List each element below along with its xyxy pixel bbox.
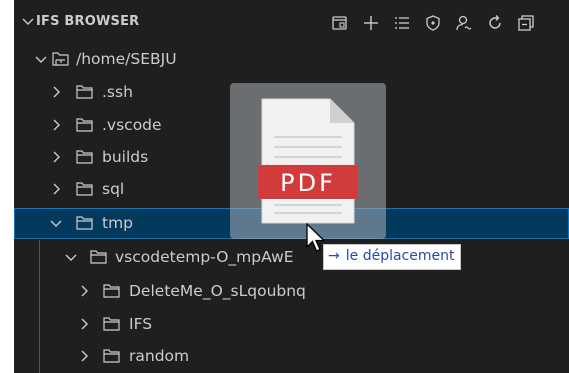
collapse-all-button[interactable]: [510, 12, 541, 34]
refresh-icon: [488, 15, 501, 29]
chevron-right-icon[interactable]: [49, 182, 63, 196]
tree-item-label: random: [129, 347, 190, 365]
chevron-down-icon[interactable]: [64, 250, 78, 264]
user-search-button[interactable]: [448, 12, 479, 34]
chevron-right-icon[interactable]: [49, 118, 63, 132]
folder-icon: [76, 182, 93, 196]
folder-icon: [76, 216, 93, 230]
chevron-down-icon[interactable]: [20, 13, 36, 29]
chevron-right-icon[interactable]: [77, 317, 91, 331]
drag-preview: PDF: [230, 83, 386, 239]
tree-root-label: /home/SEBJU: [76, 50, 177, 68]
folder-icon: [103, 284, 120, 298]
tree-item-label: sql: [102, 180, 125, 198]
folder-icon: [103, 317, 120, 331]
list-button[interactable]: [386, 12, 417, 34]
pdf-label: PDF: [280, 169, 336, 197]
toolbar-actions: [324, 12, 541, 34]
tree-item-label: .ssh: [102, 83, 133, 101]
tree-item-label: .vscode: [102, 116, 162, 134]
chevron-right-icon[interactable]: [49, 85, 63, 99]
tree-item-label: vscodetemp-O_mpAwE: [115, 248, 294, 266]
root-folder-icon: [52, 52, 69, 66]
folder-icon: [76, 150, 93, 164]
drag-tooltip: → le déplacement: [323, 244, 462, 270]
refresh-button[interactable]: [479, 12, 510, 34]
open-editor-button[interactable]: [324, 12, 355, 34]
open-editor-icon: [331, 16, 347, 30]
tree-item[interactable]: vscodetemp-O_mpAwE: [14, 242, 569, 273]
tree-item[interactable]: random: [14, 341, 569, 372]
panel-header[interactable]: IFS BROWSER: [14, 0, 569, 44]
arrow-right-icon: →: [328, 248, 340, 264]
list-icon: [394, 17, 409, 29]
tree-item-label: builds: [102, 148, 149, 166]
chevron-right-icon[interactable]: [77, 349, 91, 363]
folder-icon: [90, 250, 107, 264]
tree-item[interactable]: IFS: [14, 309, 569, 340]
add-icon: [363, 16, 378, 30]
shield-icon: [425, 15, 440, 31]
chevron-right-icon[interactable]: [77, 284, 91, 298]
folder-icon: [103, 349, 120, 363]
chevron-down-icon[interactable]: [34, 52, 48, 66]
tree-item-label: tmp: [102, 214, 134, 232]
panel-title: IFS BROWSER: [36, 14, 140, 29]
shield-button[interactable]: [417, 12, 448, 34]
tree-item-label: IFS: [129, 315, 153, 333]
tree-item-label: DeleteMe_O_sLqoubnq: [129, 282, 306, 300]
drag-tooltip-text: le déplacement: [345, 248, 455, 264]
add-button[interactable]: [355, 12, 386, 34]
folder-icon: [76, 118, 93, 132]
pdf-file-icon: PDF: [258, 98, 358, 224]
user-search-icon: [455, 15, 471, 31]
chevron-down-icon[interactable]: [49, 216, 63, 230]
tree-root[interactable]: /home/SEBJU: [14, 44, 569, 75]
collapse-all-icon: [517, 15, 534, 31]
chevron-right-icon[interactable]: [49, 150, 63, 164]
folder-icon: [76, 85, 93, 99]
tree-item[interactable]: DeleteMe_O_sLqoubnq: [14, 276, 569, 307]
